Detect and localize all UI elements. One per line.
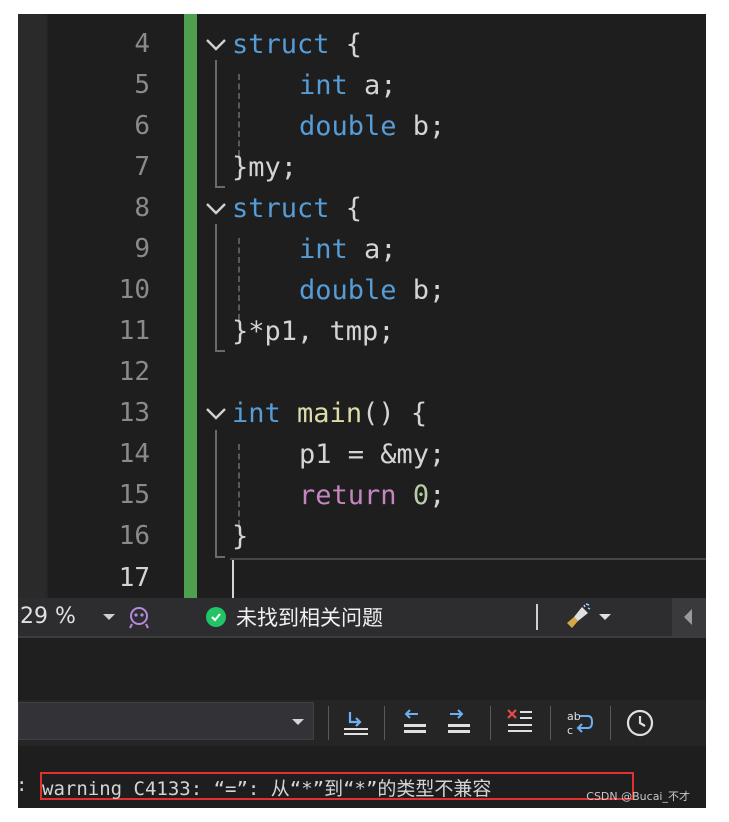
- keyword: double: [299, 275, 397, 306]
- fold-region-end: [215, 186, 225, 188]
- control-keyword: return: [299, 480, 397, 511]
- check-circle-icon: [206, 607, 226, 627]
- toolbar-separator: [610, 706, 611, 740]
- clear-all-icon[interactable]: [504, 706, 536, 740]
- code-text: {: [329, 193, 363, 224]
- toolbar-separator: [384, 706, 385, 740]
- line-number: 6: [134, 111, 150, 141]
- code-line: }: [232, 521, 249, 552]
- svg-text:c: c: [567, 724, 573, 737]
- collapse-chevron-icon[interactable]: [204, 197, 228, 221]
- collapse-chevron-icon[interactable]: [204, 33, 228, 57]
- keyword: double: [299, 111, 397, 142]
- code-line: int a;: [299, 65, 397, 106]
- code-text: a;: [347, 70, 397, 101]
- text-cursor: [232, 560, 234, 598]
- keyword: int: [299, 70, 348, 101]
- indent-guide: [238, 74, 240, 156]
- go-to-location-icon[interactable]: [340, 706, 372, 740]
- prev-message-icon[interactable]: [398, 706, 430, 740]
- fold-region-line: [215, 224, 217, 350]
- code-line: int a;: [299, 229, 397, 270]
- fold-region-line: [215, 60, 217, 186]
- watermark: CSDN @Bucai_不才: [586, 790, 690, 803]
- code-line: return 0;: [299, 475, 445, 516]
- keyword: int: [232, 398, 281, 429]
- code-line: p1 = &my;: [299, 439, 446, 470]
- editor-status-bar: 29 % 未找到相关问题: [18, 598, 706, 636]
- code-line: }*p1, tmp;: [232, 316, 395, 347]
- chevron-down-icon: [292, 719, 304, 725]
- line-number: 11: [118, 316, 150, 346]
- line-number: 15: [118, 480, 150, 510]
- line-number: 4: [134, 29, 150, 59]
- indent-guide: [238, 238, 240, 320]
- keyword: struct: [232, 29, 330, 60]
- cleanup-brush-icon[interactable]: [564, 603, 592, 631]
- scroll-left-button[interactable]: [672, 598, 706, 636]
- zoom-level[interactable]: 29 %: [20, 602, 76, 632]
- toolbar-separator: [550, 706, 551, 740]
- issues-status-text: 未找到相关问题: [236, 606, 383, 630]
- code-text: ;: [429, 480, 446, 511]
- line-number: 12: [118, 357, 150, 387]
- line-number: 10: [118, 275, 150, 305]
- next-message-icon[interactable]: [442, 706, 474, 740]
- code-line: }my;: [232, 152, 298, 183]
- line-number: 14: [118, 439, 150, 469]
- fold-region-end: [215, 350, 225, 352]
- number-literal: 0: [412, 480, 430, 511]
- code-text: () {: [362, 398, 428, 429]
- code-text: b;: [396, 111, 446, 142]
- function-name: main: [297, 398, 363, 429]
- chevron-down-icon[interactable]: [598, 612, 612, 622]
- status-separator: [536, 604, 538, 630]
- code-text: a;: [347, 234, 397, 265]
- word-wrap-icon[interactable]: ab c: [564, 706, 596, 740]
- fold-region-end: [215, 556, 225, 558]
- margin-separator: [46, 14, 48, 598]
- editor-margin: [18, 14, 46, 598]
- code-editor[interactable]: 4 5 6 7 8 9 10 11 12 13 14 15 16 17 stru…: [18, 14, 706, 602]
- scroll-left-icon: [684, 609, 692, 625]
- keyword: struct: [232, 193, 330, 224]
- code-line: struct {: [232, 24, 362, 65]
- code-line: int main() {: [232, 393, 427, 434]
- toolbar-separator: [490, 706, 491, 740]
- issues-indicator[interactable]: 未找到相关问题: [206, 602, 383, 632]
- fold-region-line: [215, 430, 217, 556]
- warning-message[interactable]: warning C4133: “=”: 从“*”到“*”的类型不兼容: [42, 774, 491, 801]
- output-pane[interactable]: : warning C4133: “=”: 从“*”到“*”的类型不兼容 CSD…: [18, 746, 706, 808]
- history-clock-icon[interactable]: [624, 706, 656, 740]
- line-number: 13: [118, 398, 150, 428]
- current-line-number: 17: [118, 563, 150, 593]
- output-source-dropdown[interactable]: [18, 702, 314, 740]
- indent-guide: [238, 444, 240, 526]
- output-toolbar: ab c: [18, 700, 706, 746]
- line-number: 16: [118, 521, 150, 551]
- code-line: struct {: [232, 188, 362, 229]
- collapse-chevron-icon[interactable]: [204, 402, 228, 426]
- line-number: 8: [134, 193, 150, 223]
- code-line: double b;: [299, 270, 445, 311]
- copilot-icon[interactable]: [126, 604, 152, 630]
- chevron-down-icon[interactable]: [102, 612, 116, 622]
- change-tracking-bar: [184, 14, 197, 598]
- line-number: 9: [134, 234, 150, 264]
- current-line-highlight: [230, 558, 706, 602]
- code-line: double b;: [299, 106, 445, 147]
- line-number: 5: [134, 70, 150, 100]
- line-number: 7: [134, 152, 150, 182]
- output-panel-header: [18, 636, 706, 702]
- ide-window: 4 5 6 7 8 9 10 11 12 13 14 15 16 17 stru…: [18, 14, 706, 808]
- toolbar-separator: [328, 706, 329, 740]
- code-text: b;: [396, 275, 446, 306]
- svg-text:ab: ab: [567, 710, 581, 723]
- code-text: {: [329, 29, 363, 60]
- output-prefix: :: [18, 774, 27, 796]
- keyword: int: [299, 234, 348, 265]
